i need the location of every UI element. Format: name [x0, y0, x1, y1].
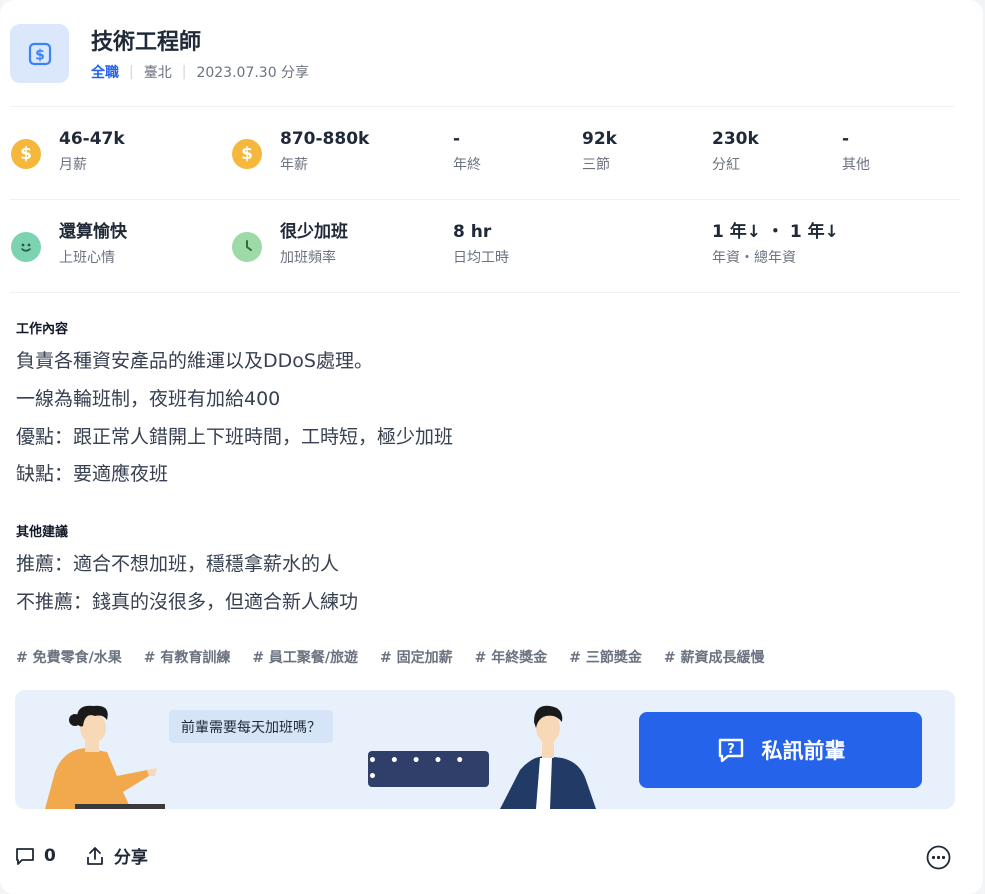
clock-icon — [232, 232, 262, 262]
svg-text:?: ? — [727, 742, 735, 757]
question-bubble: 前輩需要每天加班嗎？ — [169, 710, 333, 743]
suggestion-line: 不推薦：錢真的沒很多，但適合新人練功 — [16, 591, 359, 613]
tag[interactable]: # 免費零食/水果 — [16, 647, 122, 667]
person-asking-illustration — [45, 705, 165, 809]
stat-monthly-salary: 46-47k 月薪 — [59, 129, 125, 173]
meta-separator: | — [129, 64, 134, 80]
content-line: 一線為輪班制，夜班有加給400 — [16, 388, 281, 410]
job-title: 技術工程師 — [91, 30, 202, 55]
senior-illustration — [500, 705, 596, 809]
share-icon — [86, 846, 103, 865]
money-icon: $ — [232, 139, 262, 169]
salary-badge-icon: $ — [10, 24, 69, 83]
tag[interactable]: # 固定加薪 — [380, 647, 453, 667]
content-line: 優點：跟正常人錯開上下班時間，工時短，極少加班 — [16, 426, 454, 448]
stat-daily-hours: 8 hr 日均工時 — [453, 222, 509, 266]
money-icon: $ — [11, 139, 41, 169]
divider — [10, 292, 960, 293]
tag[interactable]: # 三節獎金 — [569, 647, 642, 667]
job-header: $ 技術工程師 全職 | 臺北 | 2023.07.30 分享 — [10, 24, 910, 84]
share-label: 分享 — [113, 848, 148, 868]
meta-separator: | — [181, 64, 187, 80]
stat-year-end-bonus: - 年終 — [453, 129, 481, 173]
stat-seniority: 1 年↓ ・ 1 年↓ 年資・總年資 — [712, 222, 839, 266]
message-senior-button[interactable]: ? 私訊前輩 — [639, 712, 922, 788]
content-line: 負責各種資安產品的維運以及DDoS處理。 — [16, 350, 373, 372]
tag[interactable]: # 薪資成長緩慢 — [664, 647, 765, 667]
typing-bubble: • • • • • • — [368, 751, 489, 787]
question-chat-icon: ? — [718, 738, 743, 763]
share-button[interactable]: 分享 — [84, 843, 148, 868]
svg-text:$: $ — [35, 47, 45, 63]
suggestion-line: 推薦：適合不想加班，穩穩拿薪水的人 — [16, 553, 340, 575]
stat-annual-salary: 870-880k 年薪 — [280, 129, 370, 173]
shared-date: 2023.07.30 分享 — [196, 65, 310, 81]
comment-button[interactable]: 0 — [14, 845, 56, 867]
tag[interactable]: # 有教育訓練 — [144, 647, 231, 667]
divider — [10, 106, 954, 107]
job-location: 臺北 — [143, 65, 172, 81]
tag[interactable]: # 年終獎金 — [475, 647, 548, 667]
footer-actions: 0 分享 — [14, 843, 176, 868]
content-section-title: 工作內容 — [16, 322, 69, 337]
more-options-icon[interactable] — [926, 845, 951, 870]
stat-profit-sharing: 230k 分紅 — [712, 129, 759, 173]
job-meta: 全職 | 臺北 | 2023.07.30 分享 — [91, 62, 309, 82]
ask-senior-banner: 前輩需要每天加班嗎？ • • • • • • ? 私訊前輩 — [15, 690, 955, 809]
stat-overtime: 很少加班 加班頻率 — [280, 222, 348, 266]
comment-icon — [16, 847, 34, 865]
employment-type: 全職 — [91, 65, 119, 81]
stat-other: - 其他 — [842, 129, 870, 173]
review-card: $ 技術工程師 全職 | 臺北 | 2023.07.30 分享 $ 46-47k… — [0, 0, 983, 894]
tag[interactable]: # 員工聚餐/旅遊 — [252, 647, 358, 667]
content-line: 缺點：要適應夜班 — [16, 463, 169, 485]
tag-list: # 免費零食/水果 # 有教育訓練 # 員工聚餐/旅遊 # 固定加薪 # 年終獎… — [16, 647, 764, 667]
stat-festival-bonus: 92k 三節 — [582, 129, 617, 173]
comment-count: 0 — [44, 845, 56, 866]
stat-mood: 還算愉快 上班心情 — [59, 222, 127, 266]
divider — [10, 199, 960, 200]
suggestion-section-title: 其他建議 — [16, 525, 69, 540]
message-senior-label: 私訊前輩 — [761, 739, 846, 763]
smile-icon — [11, 232, 41, 262]
